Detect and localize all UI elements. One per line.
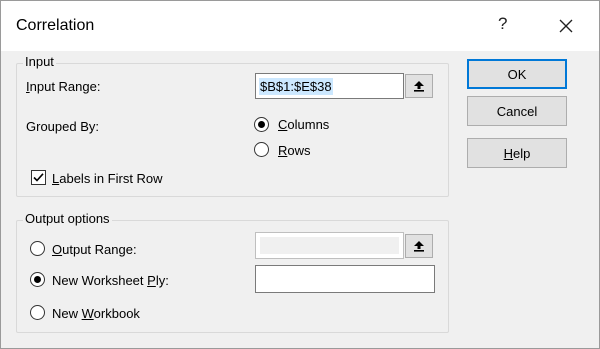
input-range-field[interactable]: $B$1:$E$38	[255, 73, 404, 99]
help-button-label: Help	[503, 145, 531, 161]
close-icon[interactable]	[554, 14, 578, 38]
rows-label[interactable]: Rows	[278, 143, 311, 158]
labels-first-row-checkbox[interactable]	[31, 170, 46, 185]
new-worksheet-ply-field[interactable]	[255, 265, 435, 293]
input-range-collapse-button[interactable]	[405, 74, 433, 98]
help-button[interactable]: Help	[467, 138, 567, 168]
columns-label[interactable]: Columns	[278, 117, 329, 132]
new-workbook-label[interactable]: New Workbook	[52, 306, 140, 321]
correlation-dialog: Correlation ? Input Input Range: $B$1:$E…	[0, 0, 600, 349]
columns-radio[interactable]	[254, 117, 269, 132]
labels-first-row-label[interactable]: Labels in First Row	[52, 171, 163, 186]
cancel-button[interactable]: Cancel	[467, 96, 567, 126]
output-range-radio[interactable]	[30, 241, 45, 256]
dialog-title: Correlation	[16, 17, 95, 34]
ok-button-label: OK	[507, 66, 527, 82]
input-range-label: Input Range:	[26, 79, 101, 94]
cancel-button-label: Cancel	[496, 103, 538, 119]
ok-button[interactable]: OK	[467, 59, 567, 89]
checkmark-icon	[33, 173, 44, 182]
help-question-button[interactable]: ?	[498, 14, 507, 34]
input-range-value: $B$1:$E$38	[259, 78, 333, 95]
output-range-field[interactable]	[255, 232, 404, 259]
new-workbook-radio[interactable]	[30, 305, 45, 320]
collapse-dialog-icon	[414, 81, 424, 92]
title-bar: Correlation ?	[1, 1, 599, 51]
output-range-collapse-button[interactable]	[405, 234, 433, 258]
output-group-legend: Output options	[23, 211, 112, 226]
collapse-dialog-icon	[414, 241, 424, 252]
grouped-by-label: Grouped By:	[26, 119, 99, 134]
input-group-legend: Input	[23, 54, 56, 69]
rows-radio[interactable]	[254, 142, 269, 157]
new-worksheet-ply-radio[interactable]	[30, 272, 45, 287]
output-range-label[interactable]: Output Range:	[52, 242, 137, 257]
output-range-value	[260, 237, 399, 254]
new-worksheet-ply-label[interactable]: New Worksheet Ply:	[52, 273, 169, 288]
